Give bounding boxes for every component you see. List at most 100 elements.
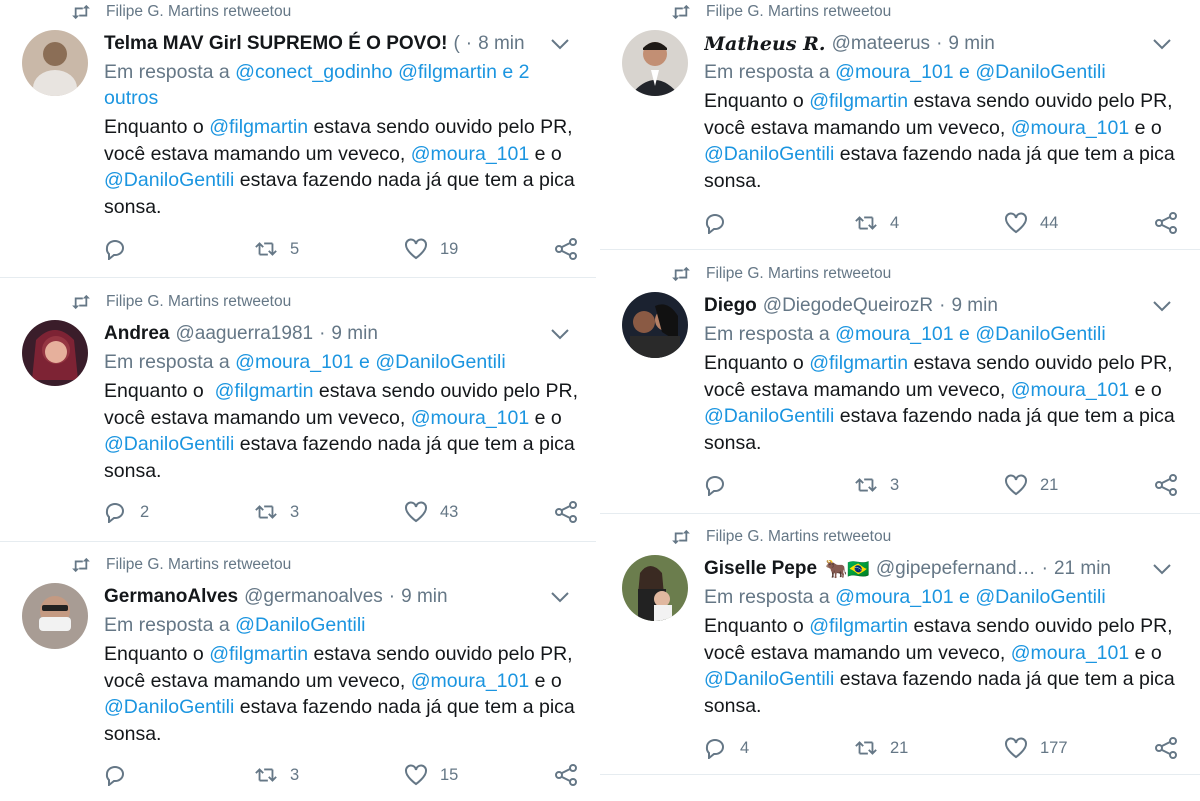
tweet-card[interactable]: Filipe G. Martins retweetou Telma MAV Gi… (0, 0, 600, 278)
tweet-actions: 4 44 (704, 210, 1180, 236)
mention-link[interactable]: @DaniloGentili (975, 61, 1105, 83)
mention-link[interactable]: @moura_101 (835, 323, 953, 345)
username[interactable]: @gipepefernand… (876, 558, 1036, 580)
avatar[interactable] (22, 320, 88, 386)
like-button[interactable]: 21 (1004, 474, 1058, 496)
mention-link[interactable]: @filgmartin (209, 643, 308, 665)
display-name[interactable]: GermanoAlves (104, 586, 238, 608)
chevron-down-icon[interactable] (550, 37, 570, 51)
mention-link[interactable]: @filgmartin (215, 380, 314, 402)
chevron-down-icon[interactable] (1152, 299, 1172, 313)
display-name[interactable]: Andrea (104, 323, 169, 345)
display-name[interactable]: Matheus R. (704, 33, 826, 55)
retweet-icon (855, 741, 877, 755)
share-icon (1155, 737, 1177, 759)
mention-link[interactable]: @moura_101 (835, 586, 953, 608)
mention-link[interactable]: @DaniloGentili (104, 169, 234, 191)
heart-icon (1005, 737, 1027, 759)
retweet-button[interactable]: 3 (254, 764, 299, 786)
heart-icon (405, 238, 427, 260)
like-button[interactable]: 43 (404, 501, 458, 523)
mention-link[interactable]: @filgmartin (209, 116, 308, 138)
tweet-card[interactable]: Filipe G. Martins retweetou GermanoAlves… (0, 543, 600, 801)
tweet-text: Enquanto o @filgmartin estava sendo ouvi… (104, 116, 575, 218)
tweet-card[interactable]: Filipe G. Martins retweetou Diego @Diego… (600, 252, 1200, 514)
mention-link[interactable]: @conect_godinho (235, 61, 393, 83)
mention-link[interactable]: @moura_101 (1011, 379, 1129, 401)
mention-link[interactable]: @filgmartin (809, 352, 908, 374)
share-button[interactable] (554, 764, 590, 786)
reply-button[interactable]: 2 (104, 501, 149, 523)
reply-button[interactable] (704, 212, 740, 234)
retweet-button[interactable]: 21 (854, 737, 908, 759)
timestamp[interactable]: 8 min (478, 33, 524, 55)
avatar[interactable] (622, 555, 688, 621)
mention-link[interactable]: @DaniloGentili (235, 614, 365, 636)
avatar[interactable] (22, 30, 88, 96)
reply-button[interactable] (104, 238, 140, 260)
username[interactable]: ( (453, 33, 459, 55)
retweet-label: Filipe G. Martins retweetou (106, 556, 292, 573)
mention-link[interactable]: @moura_101 (235, 351, 353, 373)
reply-context: Em resposta a @moura_101 e @DaniloGentil… (704, 586, 1106, 608)
mention-link[interactable]: @moura_101 (1011, 642, 1129, 664)
mention-link[interactable]: @DaniloGentili (104, 696, 234, 718)
mention-link[interactable]: @moura_101 (1011, 117, 1129, 139)
avatar[interactable] (22, 583, 88, 649)
display-name[interactable]: Giselle Pepe (704, 558, 817, 580)
share-button[interactable] (1154, 212, 1190, 234)
reply-button[interactable]: 4 (704, 737, 749, 759)
retweet-indicator: Filipe G. Martins retweetou (670, 265, 891, 283)
chevron-down-icon[interactable] (1152, 37, 1172, 51)
tweet-card[interactable]: Filipe G. Martins retweetou Giselle Pepe… (600, 515, 1200, 775)
chevron-down-icon[interactable] (1152, 562, 1172, 576)
share-button[interactable] (1154, 474, 1190, 496)
share-button[interactable] (1154, 737, 1190, 759)
timestamp[interactable]: 9 min (948, 33, 994, 55)
chevron-down-icon[interactable] (550, 327, 570, 341)
mention-link[interactable]: @DaniloGentili (975, 323, 1105, 345)
mention-link[interactable]: @moura_101 (411, 143, 529, 165)
mention-link[interactable]: @moura_101 (411, 407, 529, 429)
reply-button[interactable] (104, 764, 140, 786)
retweet-indicator: Filipe G. Martins retweetou (70, 3, 291, 21)
timestamp[interactable]: 9 min (401, 586, 447, 608)
mention-link[interactable]: @filgmartin (809, 90, 908, 112)
avatar[interactable] (622, 292, 688, 358)
username[interactable]: @DiegodeQueirozR (763, 295, 933, 317)
avatar[interactable] (622, 30, 688, 96)
retweet-label: Filipe G. Martins retweetou (706, 265, 892, 282)
username[interactable]: @aaguerra1981 (175, 323, 313, 345)
chevron-down-icon[interactable] (550, 590, 570, 604)
like-button[interactable]: 19 (404, 238, 458, 260)
display-name[interactable]: Telma MAV Girl SUPREMO É O POVO! (104, 33, 447, 55)
mention-link[interactable]: @DaniloGentili (104, 433, 234, 455)
mention-link[interactable]: @DaniloGentili (704, 405, 834, 427)
retweet-button[interactable]: 5 (254, 238, 299, 260)
retweet-button[interactable]: 4 (854, 212, 899, 234)
retweet-button[interactable]: 3 (854, 474, 899, 496)
retweet-button[interactable]: 3 (254, 501, 299, 523)
reply-button[interactable] (704, 474, 740, 496)
timestamp[interactable]: 21 min (1054, 558, 1111, 580)
timestamp[interactable]: 9 min (951, 295, 997, 317)
display-name[interactable]: Diego (704, 295, 757, 317)
like-button[interactable]: 15 (404, 764, 458, 786)
share-button[interactable] (554, 501, 590, 523)
tweet-card[interactable]: Filipe G. Martins retweetou Matheus R. @… (600, 0, 1200, 250)
mention-link[interactable]: @filgmartin (809, 615, 908, 637)
mention-link[interactable]: @DaniloGentili (975, 586, 1105, 608)
tweet-card[interactable]: Filipe G. Martins retweetou Andrea @aagu… (0, 280, 600, 542)
mention-link[interactable]: @filgmartin (398, 61, 497, 83)
like-button[interactable]: 177 (1004, 737, 1068, 759)
mention-link[interactable]: @DaniloGentili (704, 143, 834, 165)
mention-link[interactable]: @moura_101 (411, 670, 529, 692)
mention-link[interactable]: @DaniloGentili (704, 668, 834, 690)
share-button[interactable] (554, 238, 590, 260)
timestamp[interactable]: 9 min (331, 323, 377, 345)
mention-link[interactable]: @moura_101 (835, 61, 953, 83)
username[interactable]: @mateerus (832, 33, 931, 55)
username[interactable]: @germanoalves (244, 586, 383, 608)
mention-link[interactable]: @DaniloGentili (375, 351, 505, 373)
like-button[interactable]: 44 (1004, 212, 1058, 234)
